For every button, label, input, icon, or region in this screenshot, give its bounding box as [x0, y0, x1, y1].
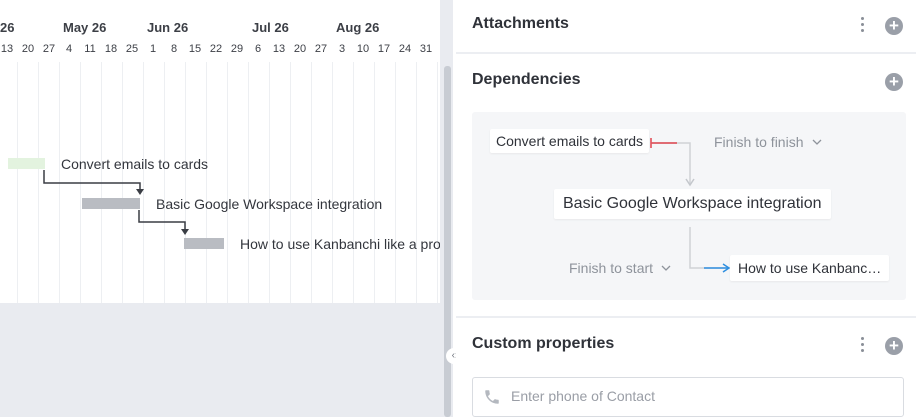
dependency-connectors: [43, 170, 189, 235]
divider: [456, 316, 916, 318]
add-dependency-button[interactable]: +: [885, 73, 903, 91]
dependency-type-dropdown[interactable]: Finish to finish: [714, 134, 822, 152]
custom-properties-title: Custom properties: [472, 335, 615, 352]
month-label: 26: [0, 20, 15, 35]
day-label: 13: [0, 43, 14, 55]
task-label[interactable]: Convert emails to cards: [61, 156, 208, 172]
kebab-menu-icon[interactable]: [861, 17, 865, 35]
day-label: 20: [293, 43, 307, 55]
current-card[interactable]: Basic Google Workspace integration: [554, 189, 831, 219]
phone-input[interactable]: [509, 387, 893, 405]
card-details-panel: Attachments + Dependencies + Convert ema…: [456, 0, 916, 417]
day-label: 4: [65, 43, 73, 55]
day-label: 27: [314, 43, 328, 55]
task-label[interactable]: How to use Kanbanchi like a pro: [240, 236, 441, 252]
day-label: 17: [377, 43, 391, 55]
task-bar[interactable]: [184, 238, 224, 249]
task-bar[interactable]: [82, 198, 140, 209]
day-label: 13: [272, 43, 286, 55]
day-label: 1: [149, 43, 157, 55]
task-bar[interactable]: [8, 158, 45, 169]
month-label: Aug 26: [336, 20, 380, 35]
add-custom-property-button[interactable]: +: [885, 337, 903, 355]
day-label: 11: [84, 43, 96, 55]
dependency-type-label: Finish to finish: [714, 134, 804, 150]
day-label: 22: [209, 43, 223, 55]
gantt-chart: 26 May 26 Jun 26 Jul 26 Aug 26 13 20 27 …: [0, 0, 453, 417]
divider: [456, 52, 916, 54]
month-label: Jul 26: [252, 20, 289, 35]
chevron-down-icon: [662, 265, 671, 271]
predecessor-card[interactable]: Convert emails to cards: [490, 129, 650, 153]
task-label[interactable]: Basic Google Workspace integration: [156, 196, 382, 212]
add-attachment-button[interactable]: +: [885, 17, 903, 35]
day-label: 10: [356, 43, 370, 55]
day-label: 24: [398, 43, 412, 55]
day-label: 25: [125, 43, 139, 55]
day-label: 29: [230, 43, 244, 55]
attachments-title: Attachments: [472, 15, 569, 32]
successor-card[interactable]: How to use Kanbanc…: [730, 255, 890, 281]
day-label: 18: [104, 43, 118, 55]
day-label: 20: [21, 43, 35, 55]
gantt-scrollbar-thumb[interactable]: [444, 66, 451, 417]
chevron-down-icon: [812, 139, 822, 145]
day-label: 8: [170, 43, 178, 55]
phone-icon: [485, 390, 499, 404]
day-label: 3: [338, 43, 346, 55]
month-label: May 26: [63, 20, 107, 35]
dependencies-title: Dependencies: [472, 71, 581, 88]
dependency-diagram: Convert emails to cards Finish to finish…: [472, 112, 906, 300]
kebab-menu-icon[interactable]: [861, 337, 865, 355]
dependency-type-dropdown[interactable]: Finish to start: [569, 260, 671, 278]
day-label: 6: [254, 43, 262, 55]
month-label: Jun 26: [147, 20, 189, 35]
dependency-type-label: Finish to start: [569, 260, 654, 276]
day-label: 31: [419, 43, 433, 55]
day-label: 15: [188, 43, 202, 55]
gantt-timeline-header: 26 May 26 Jun 26 Jul 26 Aug 26 13 20 27 …: [0, 0, 440, 62]
day-label: 27: [42, 43, 56, 55]
phone-field[interactable]: [472, 377, 904, 417]
gantt-grid: Convert emails to cards Basic Google Wor…: [0, 62, 441, 303]
